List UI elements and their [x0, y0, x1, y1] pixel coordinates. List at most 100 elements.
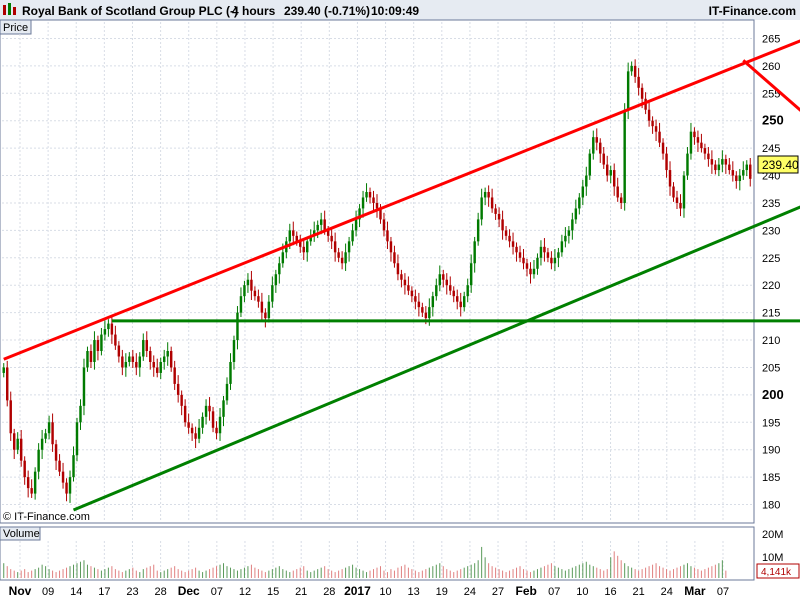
candle-body: [183, 405, 187, 423]
volume-bar: [156, 570, 158, 578]
volume-bar: [603, 570, 605, 578]
candle-body: [546, 252, 550, 258]
candle-body: [156, 367, 159, 373]
candle-body: [539, 246, 543, 258]
volume-bar: [526, 570, 528, 578]
volume-bar: [348, 566, 350, 578]
candle-body: [128, 356, 131, 362]
candle-body: [250, 279, 253, 291]
volume-bar: [55, 572, 57, 578]
candle-body: [511, 241, 515, 247]
candle-body: [560, 241, 564, 253]
volume-bar: [10, 569, 12, 578]
x-tick-label: 13: [408, 586, 420, 598]
candle-body: [208, 405, 211, 412]
volume-bar: [418, 572, 420, 578]
volume-bar: [540, 567, 542, 578]
volume-bar: [303, 566, 305, 578]
candle-body: [37, 449, 40, 472]
volume-bar: [533, 570, 535, 578]
volume-bar: [610, 557, 612, 578]
y-tick-label: 265: [762, 33, 780, 45]
volume-bar: [575, 566, 577, 578]
y-tick-label: 220: [762, 280, 780, 292]
volume-bar: [652, 564, 654, 578]
candle-body: [735, 175, 738, 182]
candle-body: [679, 202, 682, 209]
candle-body: [452, 290, 455, 297]
candle-body: [68, 477, 72, 494]
y-tick-label: 230: [762, 225, 780, 237]
volume-tick-label: 20M: [762, 529, 783, 541]
volume-bar: [48, 569, 50, 578]
candle-body: [180, 394, 183, 406]
volume-bar: [327, 569, 329, 578]
candle-body: [438, 274, 442, 286]
candle-body: [333, 241, 337, 253]
x-tick-label: Nov: [9, 584, 32, 598]
volume-bar: [484, 557, 486, 578]
candle-body: [661, 142, 665, 154]
volume-tick-label: 10M: [762, 552, 783, 564]
candle-body: [421, 307, 424, 313]
volume-bar: [31, 570, 33, 578]
watermark: © IT-Finance.com: [3, 511, 90, 523]
volume-bar: [676, 567, 678, 578]
x-tick-label: Feb: [515, 584, 536, 598]
volume-bar: [495, 567, 497, 578]
candle-body: [574, 208, 578, 220]
candle-body: [469, 263, 473, 286]
candle-body: [428, 307, 431, 319]
volume-bar: [331, 570, 333, 578]
candle-body: [292, 230, 295, 236]
volume-bar: [400, 566, 402, 578]
x-tick-label: Mar: [684, 584, 706, 598]
candle-body: [218, 416, 222, 434]
volume-bar: [13, 570, 15, 578]
x-tick-label: 10: [576, 586, 588, 598]
candle-body: [142, 340, 145, 357]
volume-bar: [669, 570, 671, 578]
volume-bar: [345, 567, 347, 578]
candle-body: [473, 241, 476, 264]
candle-body: [82, 367, 86, 406]
interval-label: 4 hours: [232, 4, 276, 18]
volume-bar: [142, 569, 144, 578]
volume-bar: [163, 570, 165, 578]
candle-body: [633, 65, 637, 77]
volume-bar: [725, 570, 727, 578]
volume-bar: [547, 564, 549, 578]
volume-bar: [24, 569, 26, 578]
volume-bar: [334, 572, 336, 578]
candle-body: [515, 246, 518, 253]
candle-body: [417, 301, 421, 308]
volume-bar: [686, 563, 688, 578]
candle-body: [689, 131, 693, 154]
volume-bar: [310, 572, 312, 578]
volume-bar: [693, 567, 695, 578]
candle-body: [449, 285, 452, 291]
volume-bar: [362, 570, 364, 578]
candle-body: [281, 252, 285, 264]
brand-label: IT-Finance.com: [709, 4, 796, 18]
volume-bar: [523, 569, 525, 578]
volume-bar: [711, 566, 713, 578]
candle-body: [431, 296, 435, 308]
candle-body: [532, 268, 536, 275]
candle-body: [340, 257, 344, 264]
candle-body: [435, 285, 438, 297]
volume-bar: [366, 572, 368, 578]
quote-label: 239.40 (-0.71%): [284, 4, 370, 18]
volume-bar: [467, 566, 469, 578]
candle-body: [243, 285, 246, 297]
candle-body: [187, 422, 190, 428]
volume-bar: [578, 564, 580, 578]
volume-bar: [662, 567, 664, 578]
x-tick-label: 24: [464, 586, 476, 598]
candle-body: [616, 186, 619, 198]
volume-bar: [446, 569, 448, 578]
volume-bar: [223, 563, 225, 578]
volume-bar: [383, 570, 385, 578]
y-tick-label: 195: [762, 417, 780, 429]
candle-body: [609, 170, 612, 176]
